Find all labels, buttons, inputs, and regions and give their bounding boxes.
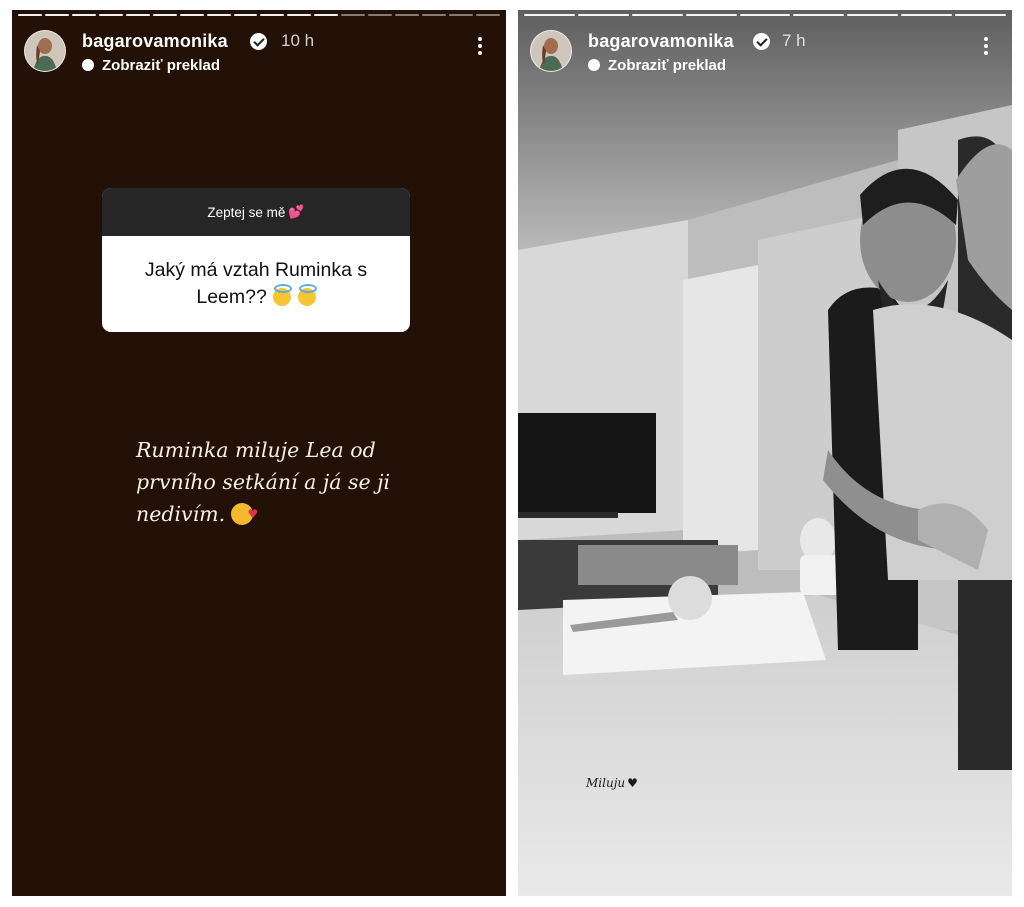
username[interactable]: bagarovamonika — [588, 31, 734, 52]
story-header: bagarovamonika 10 h Zobraziť preklad — [24, 28, 494, 78]
caption-text: Miluju — [586, 776, 626, 790]
translate-link[interactable]: Zobraziť preklad — [82, 57, 220, 74]
translate-link[interactable]: Zobraziť preklad — [588, 57, 726, 74]
story-photo — [518, 10, 1012, 896]
story-panel-right[interactable]: bagarovamonika 7 h Zobraziť preklad Milu… — [518, 10, 1012, 896]
story-panel-left[interactable]: bagarovamonika 10 h Zobraziť preklad Zep… — [12, 10, 506, 896]
translate-label: Zobraziť preklad — [608, 57, 727, 74]
more-options-icon[interactable] — [978, 34, 994, 62]
avatar[interactable] — [530, 30, 572, 72]
avatar[interactable] — [24, 30, 66, 72]
translate-icon — [588, 59, 600, 71]
translate-icon — [82, 59, 94, 71]
story-progress-bar — [18, 14, 500, 17]
verified-badge-icon — [753, 33, 770, 50]
username[interactable]: bagarovamonika — [82, 31, 228, 52]
post-time: 7 h — [782, 31, 806, 50]
translate-label: Zobraziť preklad — [102, 57, 221, 74]
question-title: Zeptej se mě — [207, 204, 286, 220]
heart-emoji-icon: 💕 — [288, 204, 305, 219]
question-text: Jaký má vztah Ruminka s Leem?? — [144, 259, 368, 308]
story-progress-bar — [524, 14, 1007, 17]
story-caption: Miluju ♥ — [586, 776, 638, 790]
story-header: bagarovamonika 7 h Zobraziť preklad — [530, 28, 1000, 78]
question-sticker-header: Zeptej se mě 💕 — [102, 188, 410, 236]
answer-text: Ruminka miluje Lea od prvního setkání a … — [136, 438, 391, 526]
post-time: 10 h — [281, 31, 315, 50]
halo-emoji-icon — [297, 284, 317, 306]
verified-badge-icon — [250, 33, 267, 50]
halo-emoji-icon — [273, 284, 293, 306]
question-sticker-body: Jaký má vztah Ruminka s Leem?? — [102, 236, 410, 332]
smiling-hearts-emoji-icon — [231, 498, 258, 530]
question-sticker[interactable]: Zeptej se mě 💕 Jaký má vztah Ruminka s L… — [102, 188, 410, 332]
more-options-icon[interactable] — [472, 34, 488, 62]
answer-text-block: Ruminka miluje Lea od prvního setkání a … — [136, 434, 436, 530]
black-heart-icon: ♥ — [627, 776, 638, 790]
